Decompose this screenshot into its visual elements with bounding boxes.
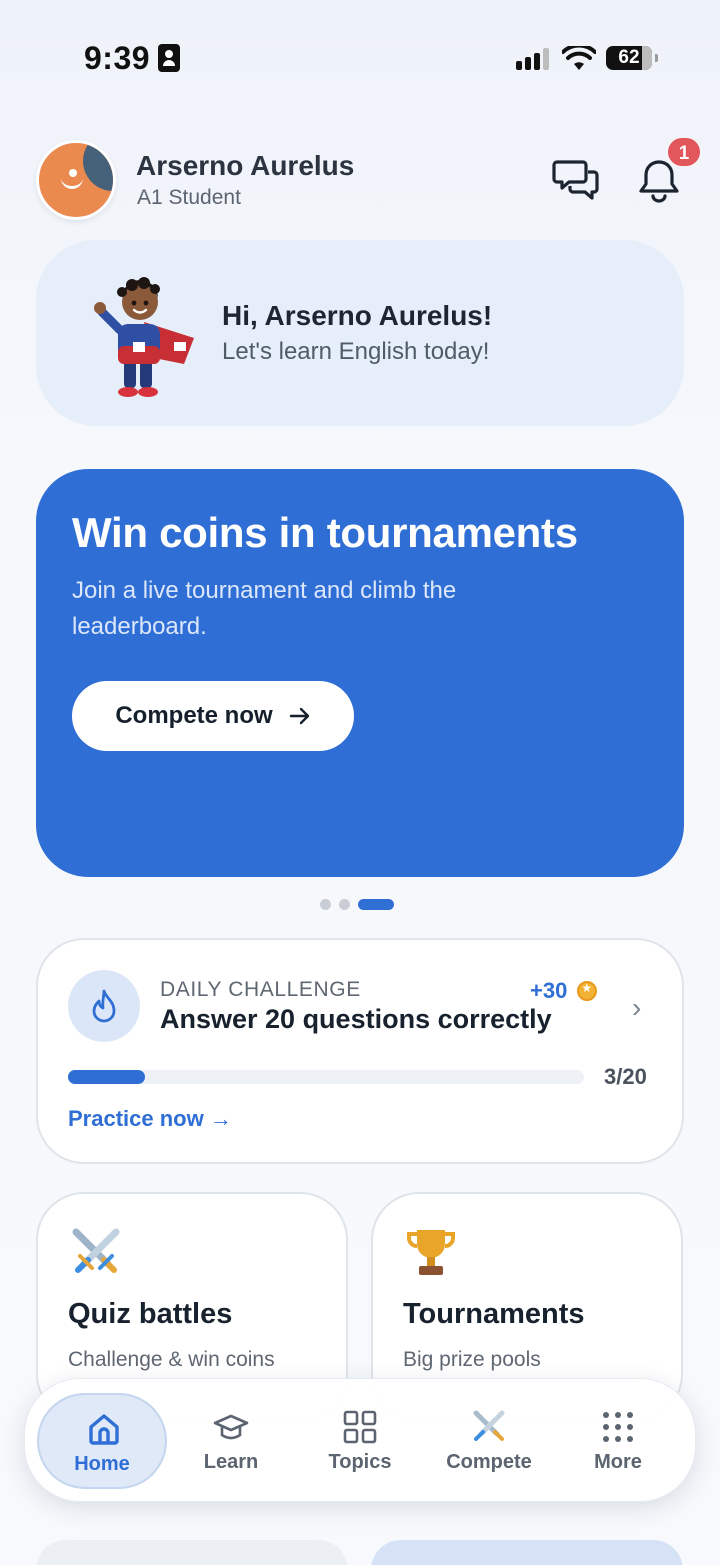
feature-card-partial [371,1540,683,1565]
crossed-swords-icon [72,1228,120,1273]
pagination-dot[interactable] [320,898,331,910]
challenge-reward: +30 [530,978,598,1004]
tab-home-label: Home [74,1453,130,1475]
compete-now-label: Compete now [115,702,273,729]
tab-more-label: More [594,1451,642,1473]
tournaments-subtitle: Big prize pools [403,1348,541,1371]
dots-grid-icon [603,1412,633,1442]
promo-banner[interactable]: Win coins in tournaments Join a live tou… [36,469,684,877]
tab-learn[interactable]: Learn [166,1393,296,1489]
status-bar: 9:39 62 [0,0,720,110]
mascot-illustration [94,277,194,397]
notification-badge: 1 [666,136,702,168]
greeting-card: Hi, Arserno Aurelus! Let's learn English… [36,240,684,426]
avatar[interactable] [36,140,116,220]
promo-subtitle: Join a live tournament and climb the lea… [72,577,457,640]
tab-learn-label: Learn [203,1451,259,1473]
battery-icon: 62 [606,46,658,70]
pagination-dot-active[interactable] [358,898,394,910]
quiz-battles-title: Quiz battles [68,1298,233,1330]
challenge-progress-bar [68,1070,584,1084]
coin-icon [577,981,598,1001]
flame-icon [92,989,116,1023]
challenge-progress-fill [68,1070,146,1084]
tab-compete-label: Compete [446,1451,532,1473]
challenge-title: Answer 20 questions correctly [160,1004,552,1034]
tab-topics[interactable]: Topics [295,1393,425,1489]
battery-level: 62 [618,47,640,68]
quiz-battles-subtitle: Challenge & win coins [68,1348,275,1371]
carousel-pagination [320,898,394,910]
chat-icon[interactable] [552,156,600,204]
tab-topics-label: Topics [328,1451,392,1473]
compete-now-button[interactable]: Compete now [72,681,354,751]
user-name: Arserno Aurelus [136,150,355,181]
contact-card-icon [158,44,180,72]
user-level: A1 Student [137,186,241,209]
arrow-right-icon [289,707,309,725]
challenge-reward-value: +30 [530,978,568,1003]
bottom-tab-bar: Home Learn Topics Compete More [24,1378,696,1502]
tab-home[interactable]: Home [37,1393,167,1489]
challenge-label: DAILY CHALLENGE [160,978,361,1001]
daily-challenge-card[interactable]: DAILY CHALLENGE Answer 20 questions corr… [36,938,684,1164]
status-time: 9:39 [84,40,151,76]
wifi-icon [562,46,596,70]
trophy-icon [407,1230,455,1275]
crossed-swords-icon [473,1410,505,1441]
pagination-dot[interactable] [339,898,350,910]
tab-compete[interactable]: Compete [424,1393,554,1489]
greeting-title: Hi, Arserno Aurelus! [222,300,493,331]
practice-now-link[interactable]: Practice now → [68,1106,232,1132]
greeting-subtitle: Let's learn English today! [222,338,490,365]
cellular-signal-icon [516,48,552,70]
grid-icon [343,1410,377,1444]
challenge-progress-count: 3/20 [604,1064,647,1089]
home-icon [89,1414,119,1445]
feature-card-partial [36,1540,348,1565]
chevron-right-icon[interactable]: › [632,992,641,1024]
graduation-cap-icon [213,1414,249,1440]
tab-more[interactable]: More [553,1393,683,1489]
promo-title: Win coins in tournaments [72,509,578,556]
tournaments-title: Tournaments [403,1298,585,1330]
flame-icon-container [68,970,140,1042]
